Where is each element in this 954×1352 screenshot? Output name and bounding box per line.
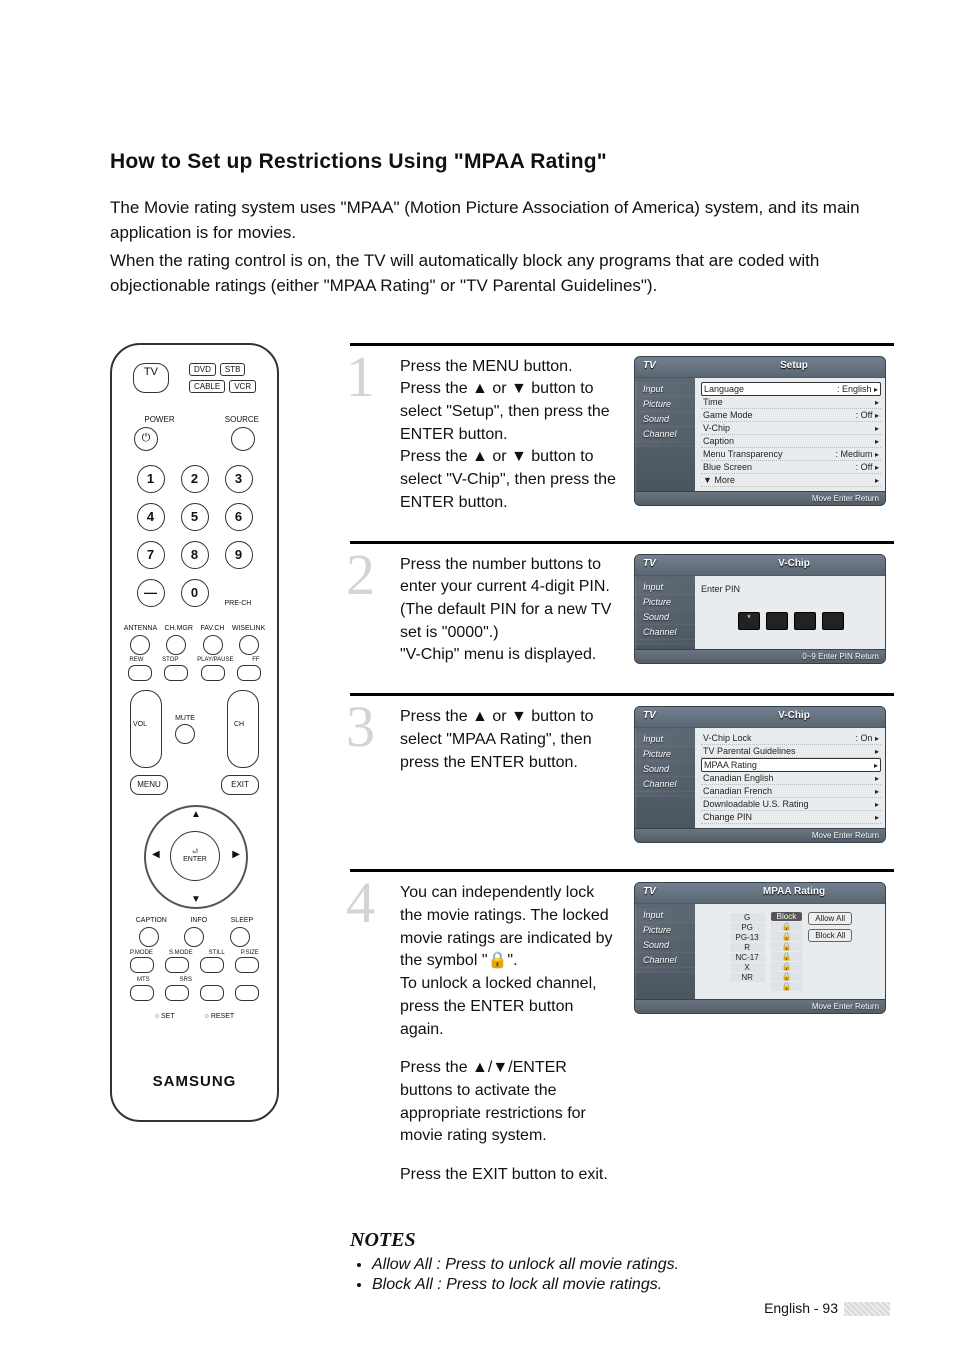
remote-cable: CABLE (189, 380, 225, 393)
osd-row: V-Chip ▸ (701, 422, 881, 435)
osd-row: V-Chip Lock: On ▸ (701, 732, 881, 745)
osd-side-input: Input (635, 382, 695, 397)
reset-label: ○ RESET (205, 1013, 235, 1020)
osd-setup: TVSetup Input Picture Sound Channel Lang… (634, 356, 886, 506)
enter-label: ENTER (183, 856, 207, 863)
step-4-text-c: Press the EXIT button to exit. (400, 1164, 620, 1187)
mute-label: MUTE (175, 715, 195, 722)
osd-row: MPAA Rating ▸ (701, 758, 881, 772)
key-8: 8 (181, 541, 209, 569)
osd-row: Downloadable U.S. Rating ▸ (701, 798, 881, 811)
pin-entry: * (701, 598, 881, 644)
key-7: 7 (137, 541, 165, 569)
step-1-text: Press the MENU button. Press the ▲ or ▼ … (400, 356, 620, 515)
block-all-button: Block All (808, 929, 852, 942)
step-number: 1 (346, 348, 375, 406)
key-3: 3 (225, 465, 253, 493)
osd-row: TV Parental Guidelines ▸ (701, 745, 881, 758)
menu-button: MENU (130, 775, 168, 795)
key-6: 6 (225, 503, 253, 531)
allow-all-button: Allow All (808, 912, 852, 925)
remote-tv-badge: TV (133, 363, 169, 393)
key-4: 4 (137, 503, 165, 531)
remote-illustration: TV DVD STB CABLE VCR POWER SOURC (110, 343, 350, 1163)
rew-label: REW (129, 657, 143, 663)
note-allow-all: Allow All : Press to unlock all movie ra… (372, 1256, 894, 1274)
ch-rocker: CH (227, 690, 259, 768)
page-title: How to Set up Restrictions Using "MPAA R… (110, 150, 894, 174)
notes-section: NOTES Allow All : Press to unlock all mo… (350, 1229, 894, 1294)
osd-row: Canadian English ▸ (701, 772, 881, 785)
step-4: 4 You can independently lock the movie r… (350, 869, 894, 1213)
caption-label: CAPTION (136, 917, 167, 924)
brand-logo: SAMSUNG (112, 1073, 277, 1090)
step-1: 1 Press the MENU button. Press the ▲ or … (350, 343, 894, 541)
dpad: ▲ ▼ ◀ ▶ ⏎ENTER (144, 805, 248, 909)
remote-dvd: DVD (189, 363, 216, 376)
osd-row: Menu Transparency: Medium ▸ (701, 448, 881, 461)
osd-row: Canadian French ▸ (701, 785, 881, 798)
stop-label: STOP (162, 657, 178, 663)
osd-row: Game Mode: Off ▸ (701, 409, 881, 422)
power-icon: ⏻ (134, 427, 158, 451)
remote-stb: STB (220, 363, 246, 376)
step-4-text-a: You can independently lock the movie rat… (400, 882, 620, 1041)
set-label: ○ SET (155, 1013, 175, 1020)
osd-row: Blue Screen: Off ▸ (701, 461, 881, 474)
key-1: 1 (137, 465, 165, 493)
osd-row: Time ▸ (701, 396, 881, 409)
enter-pin-label: Enter PIN (701, 580, 881, 598)
remote-keypad: 1 2 3 4 5 6 7 8 9 — 0 PRE-CH (112, 465, 277, 607)
info-label: INFO (190, 917, 207, 924)
step-3-text: Press the ▲ or ▼ button to select "MPAA … (400, 706, 620, 774)
intro-p2: When the rating control is on, the TV wi… (110, 249, 894, 298)
antenna-label: ANTENNA (124, 625, 157, 632)
wiselink-label: WISELINK (232, 625, 265, 632)
osd-mpaa: TVMPAA Rating Input Picture Sound Channe… (634, 882, 886, 1014)
remote-source-label: SOURCE (112, 415, 259, 424)
key-9: 9 (225, 541, 253, 569)
osd-row: ▼ More ▸ (701, 474, 881, 487)
step-2: 2 Press the number buttons to enter your… (350, 541, 894, 694)
osd-side-picture: Picture (635, 397, 695, 412)
key-2: 2 (181, 465, 209, 493)
exit-button: EXIT (221, 775, 259, 795)
prech-label: PRE-CH (225, 600, 253, 607)
intro-p1: The Movie rating system uses "MPAA" (Mot… (110, 196, 894, 245)
osd-enter-pin: TVV-Chip Input Picture Sound Channel Ent… (634, 554, 886, 664)
manual-page: How to Set up Restrictions Using "MPAA R… (0, 0, 954, 1352)
sleep-label: SLEEP (231, 917, 254, 924)
osd-side-sound: Sound (635, 412, 695, 427)
chmgr-label: CH.MGR (165, 625, 193, 632)
notes-heading: NOTES (350, 1229, 894, 1252)
osd-side-channel: Channel (635, 427, 695, 442)
source-button (231, 427, 255, 451)
play-label: PLAY/PAUSE (197, 657, 233, 663)
osd-row: Language: English ▸ (701, 382, 881, 396)
vol-rocker: VOL (130, 690, 162, 768)
osd-row: Caption ▸ (701, 435, 881, 448)
ff-label: FF (252, 657, 259, 663)
step-3: 3 Press the ▲ or ▼ button to select "MPA… (350, 693, 894, 869)
osd-footer: Move Enter Return (635, 491, 885, 505)
key-0: 0 (181, 579, 209, 607)
note-block-all: Block All : Press to lock all movie rati… (372, 1276, 894, 1294)
step-2-text: Press the number buttons to enter your c… (400, 554, 620, 668)
intro-text: The Movie rating system uses "MPAA" (Mot… (110, 196, 894, 299)
remote-vcr: VCR (229, 380, 256, 393)
key-dash: — (137, 579, 165, 607)
key-5: 5 (181, 503, 209, 531)
steps-column: 1 Press the MENU button. Press the ▲ or … (350, 343, 894, 1296)
step-4-text-b: Press the ▲/▼/ENTER buttons to activate … (400, 1057, 620, 1148)
favch-label: FAV.CH (200, 625, 224, 632)
osd-row: Change PIN ▸ (701, 811, 881, 824)
osd-vchip: TVV-Chip Input Picture Sound Channel V-C… (634, 706, 886, 843)
page-footer: English - 93 (764, 1300, 890, 1316)
